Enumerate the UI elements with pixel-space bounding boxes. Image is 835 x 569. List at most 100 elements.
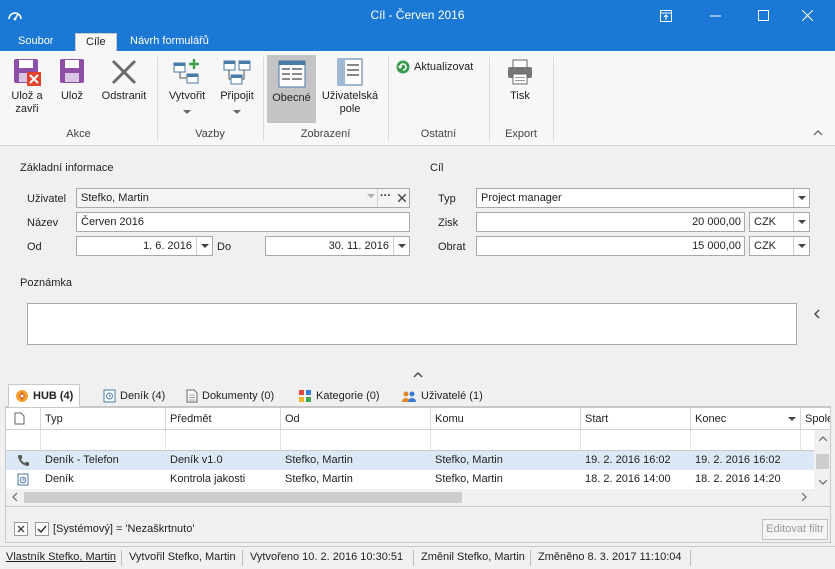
filter-cell[interactable] xyxy=(581,430,691,451)
group-label-export: Export xyxy=(505,128,537,140)
tab-categories[interactable]: Kategorie (0) xyxy=(292,384,386,407)
tab-hub[interactable]: HUB (4) xyxy=(8,384,81,407)
profit-input[interactable]: 20 000,00 xyxy=(476,212,745,232)
user-fields-label-line2: pole xyxy=(339,103,361,115)
restore-layout-button[interactable] xyxy=(643,0,689,31)
owner-link[interactable]: Vlastník Stefko, Martin xyxy=(6,551,116,563)
tab-form-design[interactable]: Návrh formulářů xyxy=(120,33,219,51)
general-view-button[interactable]: Obecné xyxy=(267,55,316,123)
column-header-from[interactable]: Od xyxy=(281,408,431,430)
filter-cell[interactable] xyxy=(281,430,431,451)
ellipsis-button[interactable]: ··· xyxy=(377,189,393,207)
window-layout-icon xyxy=(660,9,672,22)
filter-enabled-checkbox[interactable] xyxy=(35,522,49,536)
group-label-actions: Akce xyxy=(66,128,91,140)
status-separator xyxy=(413,550,414,566)
tab-goals[interactable]: Cíle xyxy=(75,33,117,51)
turnover-currency-dropdown[interactable] xyxy=(793,237,809,255)
from-date-field[interactable]: 1. 6. 2016 xyxy=(76,236,213,256)
profit-currency-select[interactable]: CZK xyxy=(749,212,810,232)
column-header-end[interactable]: Konec xyxy=(691,408,801,430)
name-input[interactable]: Červen 2016 xyxy=(76,212,410,232)
group-label-other: Ostatní xyxy=(420,128,457,140)
from-label: Od xyxy=(27,241,42,253)
chevron-up-icon[interactable] xyxy=(413,371,423,378)
ribbon-tab-bar: Soubor Cíle Návrh formulářů xyxy=(0,31,835,51)
profit-currency-dropdown[interactable] xyxy=(793,213,809,231)
created-at: Vytvořeno 10. 2. 2016 10:30:51 xyxy=(250,551,404,563)
scroll-left-icon[interactable] xyxy=(12,493,17,501)
hub-grid: Typ Předmět Od Komu Start Konec Spole De… xyxy=(5,407,831,507)
from-date-dropdown[interactable] xyxy=(196,237,212,255)
save-close-label-line1: Ulož a xyxy=(11,90,43,102)
horizontal-scrollbar[interactable] xyxy=(6,489,814,506)
tab-documents[interactable]: Dokumenty (0) xyxy=(180,384,280,407)
user-fields-button[interactable]: Uživatelská pole xyxy=(320,57,380,123)
vertical-scroll-thumb[interactable] xyxy=(816,454,829,469)
horizontal-scroll-thumb[interactable] xyxy=(24,492,462,503)
refresh-button[interactable]: Aktualizovat xyxy=(396,58,482,76)
print-button[interactable]: Tisk xyxy=(500,57,540,123)
create-button[interactable]: Vytvořit xyxy=(164,57,210,123)
to-date-dropdown[interactable] xyxy=(393,237,409,255)
checkmark-icon xyxy=(37,525,47,534)
column-header-subject[interactable]: Předmět xyxy=(166,408,281,430)
cell-type: Deník xyxy=(45,473,74,485)
filter-cell[interactable] xyxy=(691,430,801,451)
table-row[interactable]: Deník Kontrola jakosti Stefko, Martin St… xyxy=(6,470,814,489)
type-select[interactable]: Project manager xyxy=(476,188,810,208)
save-button[interactable]: Ulož xyxy=(54,57,90,123)
to-date-value: 30. 11. 2016 xyxy=(328,240,389,252)
table-row[interactable]: Deník - Telefon Deník v1.0 Stefko, Marti… xyxy=(6,451,814,470)
tab-diary[interactable]: Deník (4) xyxy=(97,384,171,407)
clear-filter-button[interactable] xyxy=(14,522,28,536)
filter-cell[interactable] xyxy=(41,430,166,451)
scroll-right-icon[interactable] xyxy=(802,493,807,501)
collapse-ribbon-icon[interactable] xyxy=(813,129,823,137)
note-textarea[interactable] xyxy=(27,303,797,345)
minimize-button[interactable] xyxy=(692,0,738,31)
to-date-field[interactable]: 30. 11. 2016 xyxy=(265,236,410,256)
tab-users[interactable]: Uživatelé (1) xyxy=(395,384,489,407)
scroll-up-icon[interactable] xyxy=(819,436,827,441)
filter-cell[interactable] xyxy=(6,430,41,451)
attach-link-icon xyxy=(223,60,251,85)
group-label-links: Vazby xyxy=(195,128,225,140)
tab-file[interactable]: Soubor xyxy=(8,33,63,51)
cell-start: 18. 2. 2016 14:00 xyxy=(585,473,671,485)
close-button[interactable] xyxy=(784,0,830,31)
edit-filter-button[interactable]: Editovat filtr xyxy=(762,519,828,540)
attach-button[interactable]: Připojit xyxy=(214,57,260,123)
user-field[interactable]: Stefko, Martin ··· xyxy=(76,188,410,208)
filter-expression[interactable]: [Systémový] = 'Nezaškrtnuto' xyxy=(53,523,194,535)
save-label: Ulož xyxy=(60,90,83,102)
vertical-scrollbar[interactable] xyxy=(814,430,830,506)
cell-end: 19. 2. 2016 16:02 xyxy=(695,454,781,466)
column-header-company[interactable]: Spole xyxy=(801,408,830,430)
title-bar: Cíl - Červen 2016 xyxy=(0,0,835,31)
turnover-input[interactable]: 15 000,00 xyxy=(476,236,745,256)
basic-info-header: Základní informace xyxy=(20,162,114,174)
turnover-currency-select[interactable]: CZK xyxy=(749,236,810,256)
user-fields-label-line1: Uživatelská xyxy=(321,90,379,102)
document-icon xyxy=(186,389,198,402)
save-close-button[interactable]: Ulož a zavři xyxy=(4,57,50,123)
general-form-icon xyxy=(278,60,305,88)
user-dropdown-arrow[interactable] xyxy=(367,194,375,198)
type-dropdown[interactable] xyxy=(793,189,809,207)
filter-cell[interactable] xyxy=(166,430,281,451)
column-header-to[interactable]: Komu xyxy=(431,408,581,430)
scroll-down-icon[interactable] xyxy=(819,480,827,485)
column-header-start[interactable]: Start xyxy=(581,408,691,430)
chevron-left-icon[interactable] xyxy=(813,309,821,319)
cell-subject: Deník v1.0 xyxy=(170,454,223,466)
from-date-value: 1. 6. 2016 xyxy=(143,240,192,252)
filter-cell[interactable] xyxy=(431,430,581,451)
clear-icon[interactable] xyxy=(398,194,406,202)
column-header-type[interactable]: Typ xyxy=(41,408,166,430)
status-bar: Vlastník Stefko, Martin Vytvořil Stefko,… xyxy=(0,546,835,569)
name-label: Název xyxy=(27,217,59,229)
delete-button[interactable]: Odstranit xyxy=(96,57,152,123)
maximize-button[interactable] xyxy=(740,0,786,31)
column-header-icon[interactable] xyxy=(6,408,41,430)
